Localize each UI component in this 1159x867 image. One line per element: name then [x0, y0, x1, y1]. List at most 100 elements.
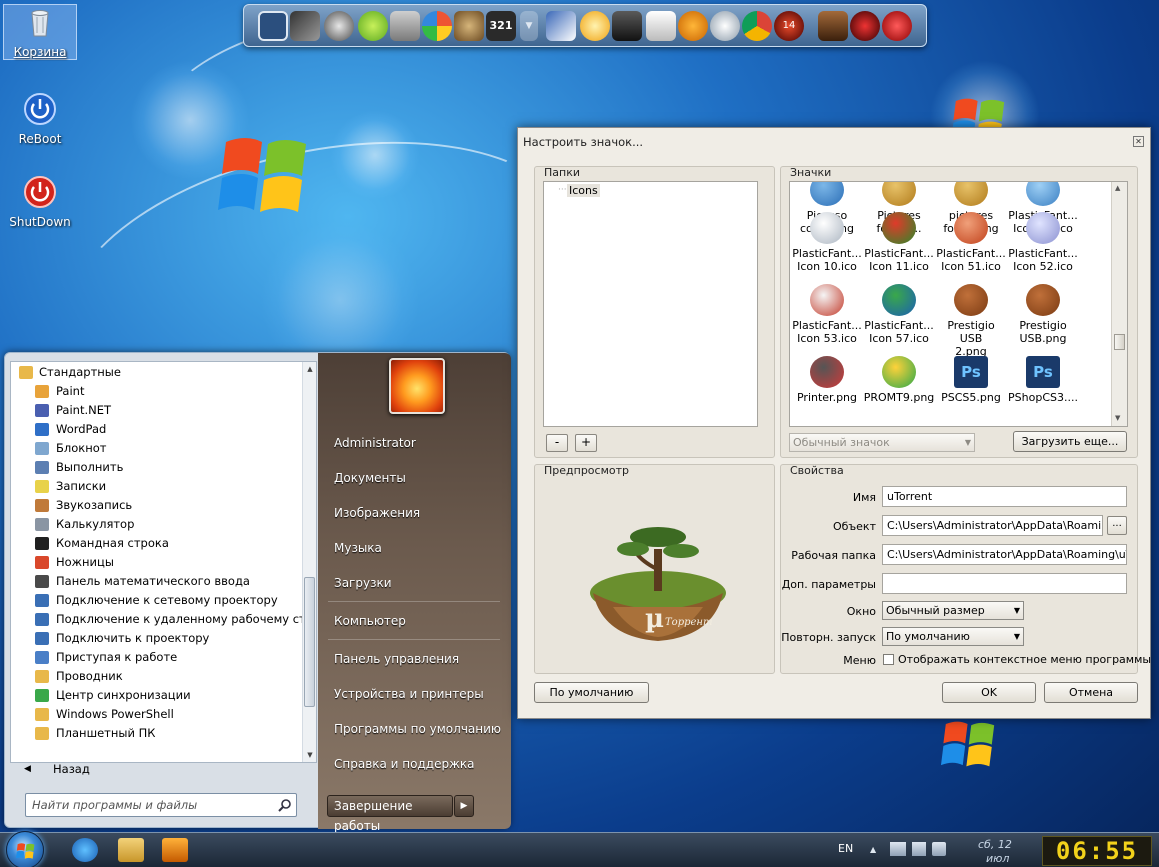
- icon-cell[interactable]: Ps PShopCS3....: [1007, 356, 1079, 404]
- link-computer[interactable]: Компьютер: [334, 614, 406, 628]
- start-button[interactable]: [6, 831, 44, 867]
- explorer-folder-icon[interactable]: [118, 838, 144, 862]
- relaunch-select[interactable]: По умолчанию ▼: [882, 627, 1024, 646]
- skype-icon[interactable]: [358, 11, 388, 41]
- scroll-thumb[interactable]: [304, 577, 315, 707]
- icon-cell[interactable]: Prestigio USB 2.png: [935, 284, 1007, 358]
- icon-cell[interactable]: PlasticFant... Icon 57.ico: [863, 284, 935, 345]
- link-pictures[interactable]: Изображения: [334, 506, 420, 520]
- folders-tree[interactable]: ····· Icons: [543, 181, 758, 427]
- tree-item-icons[interactable]: Icons: [567, 184, 600, 197]
- icon-cell[interactable]: PlasticFant... Icon 53.ico: [791, 284, 863, 345]
- volume-icon[interactable]: [932, 842, 946, 856]
- icon-cell[interactable]: PlasticFant... Icon 10.ico: [791, 212, 863, 273]
- ok-button[interactable]: OK: [942, 682, 1036, 703]
- tablet-icon[interactable]: [258, 11, 288, 41]
- doll-icon[interactable]: [818, 11, 848, 41]
- browse-button[interactable]: ...: [1107, 516, 1127, 535]
- photo-icon[interactable]: [546, 11, 576, 41]
- link-administrator[interactable]: Administrator: [334, 436, 416, 450]
- program-item[interactable]: Блокнот: [11, 439, 303, 458]
- icon-cell[interactable]: PlasticFant... Icon 11.ico: [863, 212, 935, 273]
- default-button[interactable]: По умолчанию: [534, 682, 649, 703]
- media-player-icon[interactable]: [162, 838, 188, 862]
- program-item[interactable]: WordPad: [11, 420, 303, 439]
- scroll-thumb[interactable]: [1114, 334, 1125, 350]
- icon-cell[interactable]: PROMT9.png: [863, 356, 935, 404]
- internet-explorer-icon[interactable]: [72, 838, 98, 862]
- programs-scrollbar[interactable]: ▲ ▼: [302, 362, 316, 762]
- tray-expand-icon[interactable]: ▲: [870, 845, 876, 854]
- speaker-icon[interactable]: [390, 11, 420, 41]
- workdir-field[interactable]: C:\Users\Administrator\AppData\Roaming\u…: [882, 544, 1127, 565]
- program-item[interactable]: Ножницы: [11, 553, 303, 572]
- link-downloads[interactable]: Загрузки: [334, 576, 392, 590]
- icon-cell[interactable]: Prestigio USB.png: [1007, 284, 1079, 345]
- flag-icon[interactable]: [890, 842, 906, 856]
- program-item[interactable]: Проводник: [11, 667, 303, 686]
- program-item[interactable]: Подключение к удаленному рабочему стол: [11, 610, 303, 629]
- name-field[interactable]: uTorrent: [882, 486, 1127, 507]
- load-more-button[interactable]: Загрузить еще...: [1013, 431, 1127, 452]
- program-item[interactable]: Paint: [11, 382, 303, 401]
- remove-folder-button[interactable]: -: [546, 434, 568, 452]
- link-control-panel[interactable]: Панель управления: [334, 652, 459, 666]
- icon-cell[interactable]: PlasticFant... Icon 51.ico: [935, 212, 1007, 273]
- phone-icon[interactable]: [290, 11, 320, 41]
- desktop-icon-recycle-bin[interactable]: Корзина: [3, 4, 77, 60]
- link-default-programs[interactable]: Программы по умолчанию: [334, 722, 501, 736]
- icons-scrollbar[interactable]: ▲ ▼: [1111, 182, 1127, 426]
- dropdown-icon[interactable]: ▼: [520, 11, 538, 41]
- program-item[interactable]: Звукозапись: [11, 496, 303, 515]
- program-item[interactable]: Планшетный ПК: [11, 724, 303, 743]
- program-item[interactable]: Выполнить: [11, 458, 303, 477]
- program-item[interactable]: Панель математического ввода: [11, 572, 303, 591]
- video-icon[interactable]: [612, 11, 642, 41]
- hat-icon[interactable]: [850, 11, 880, 41]
- program-item[interactable]: Windows PowerShell: [11, 705, 303, 724]
- alarm-clock-icon[interactable]: [580, 11, 610, 41]
- scroll-up-icon[interactable]: ▲: [303, 362, 317, 376]
- context-menu-checkbox-label[interactable]: Отображать контекстное меню программы: [898, 653, 1151, 666]
- opera-icon[interactable]: [882, 11, 912, 41]
- program-item[interactable]: Записки: [11, 477, 303, 496]
- icon-cell[interactable]: Printer.png: [791, 356, 863, 404]
- picasa-icon[interactable]: [422, 11, 452, 41]
- program-item[interactable]: Приступая к работе: [11, 648, 303, 667]
- shutdown-button[interactable]: Завершение работы: [327, 795, 453, 833]
- add-folder-button[interactable]: +: [575, 434, 597, 452]
- link-devices-printers[interactable]: Устройства и принтеры: [334, 687, 484, 701]
- fan-icon[interactable]: [710, 11, 740, 41]
- search-input[interactable]: Найти программы и файлы: [25, 793, 297, 817]
- program-item[interactable]: Paint.NET: [11, 401, 303, 420]
- icons-grid[interactable]: Picassocopia.pngPicturesfolder....pictur…: [789, 181, 1128, 427]
- program-item[interactable]: Подключить к проектору: [11, 629, 303, 648]
- icon-type-select[interactable]: Обычный значок ▼: [789, 433, 975, 452]
- link-music[interactable]: Музыка: [334, 541, 382, 555]
- window-size-select[interactable]: Обычный размер ▼: [882, 601, 1024, 620]
- scroll-up-icon[interactable]: ▲: [1115, 184, 1120, 192]
- network-icon[interactable]: [912, 842, 926, 856]
- link-help-support[interactable]: Справка и поддержка: [334, 757, 475, 771]
- ccleaner-14-icon[interactable]: 14: [774, 11, 804, 41]
- desktop-icon-reboot[interactable]: ReBoot: [3, 92, 77, 146]
- utorrent-icon[interactable]: [454, 11, 484, 41]
- icon-cell[interactable]: Ps PSCS5.png: [935, 356, 1007, 404]
- program-item[interactable]: Подключение к сетевому проектору: [11, 591, 303, 610]
- close-icon[interactable]: ✕: [1133, 136, 1144, 147]
- desktop-icon-shutdown[interactable]: ShutDown: [3, 175, 77, 229]
- object-field[interactable]: C:\Users\Administrator\AppData\Roaming\u…: [882, 515, 1103, 536]
- context-menu-checkbox[interactable]: [883, 654, 894, 665]
- firefox-fox-icon[interactable]: [646, 11, 676, 41]
- clock[interactable]: 06:55: [1042, 836, 1152, 866]
- program-item[interactable]: Калькулятор: [11, 515, 303, 534]
- back-button[interactable]: ◀ Назад: [10, 757, 317, 781]
- cancel-button[interactable]: Отмена: [1044, 682, 1138, 703]
- folder-standard[interactable]: Стандартные: [11, 363, 303, 382]
- aimp-icon[interactable]: [678, 11, 708, 41]
- params-field[interactable]: [882, 573, 1127, 594]
- media-player-321-icon[interactable]: 321: [486, 11, 516, 41]
- scroll-down-icon[interactable]: ▼: [1115, 414, 1120, 422]
- chrome-icon[interactable]: [742, 11, 772, 41]
- avatar[interactable]: [389, 358, 445, 414]
